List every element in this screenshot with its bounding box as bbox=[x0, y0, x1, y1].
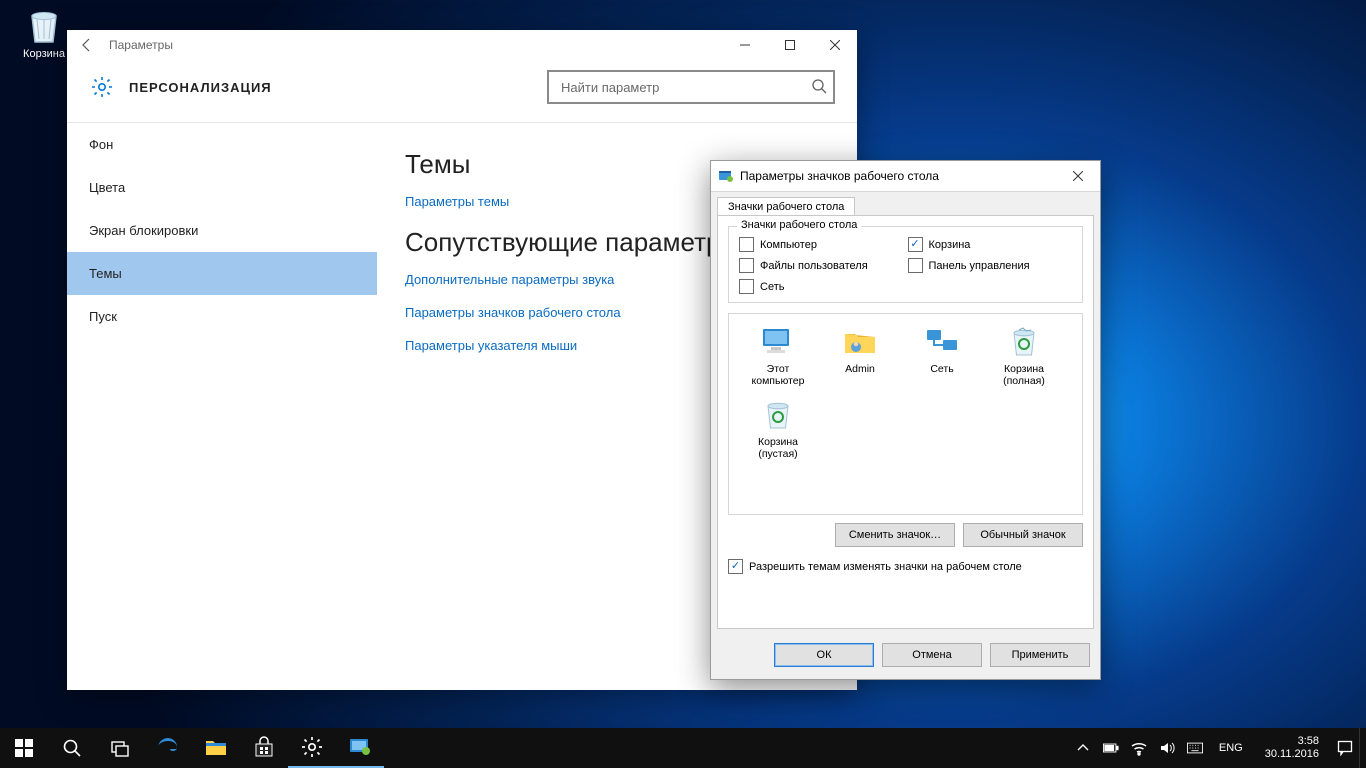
search-button[interactable] bbox=[48, 728, 96, 768]
dialog-body: Значки рабочего стола Компьютер Корзина … bbox=[717, 215, 1094, 629]
settings-header: ПЕРСОНАЛИЗАЦИЯ bbox=[67, 60, 857, 123]
computer-icon bbox=[737, 324, 819, 360]
user-folder-icon bbox=[819, 324, 901, 360]
search-box[interactable] bbox=[547, 70, 835, 104]
checkbox-control-panel[interactable]: Панель управления bbox=[908, 258, 1073, 273]
tray-wifi-icon[interactable] bbox=[1131, 740, 1147, 756]
desktop-recycle-bin[interactable]: Корзина bbox=[14, 6, 74, 60]
icon-recycle-full[interactable]: Корзина (полная) bbox=[983, 324, 1065, 387]
start-button[interactable] bbox=[0, 728, 48, 768]
tray-volume-icon[interactable] bbox=[1159, 740, 1175, 756]
window-title: Параметры bbox=[109, 38, 173, 52]
sidebar-item-start[interactable]: Пуск bbox=[67, 295, 377, 338]
change-icon-button[interactable]: Сменить значок… bbox=[835, 523, 955, 547]
sidebar-item-themes[interactable]: Темы bbox=[67, 252, 377, 295]
back-button[interactable] bbox=[73, 31, 101, 59]
checkbox-allow-themes[interactable]: Разрешить темам изменять значки на рабоч… bbox=[728, 559, 1083, 574]
tray-clock[interactable]: 3:58 30.11.2016 bbox=[1259, 735, 1325, 760]
tray-language[interactable]: ENG bbox=[1215, 742, 1247, 754]
show-desktop-button[interactable] bbox=[1359, 728, 1366, 768]
icon-network[interactable]: Сеть bbox=[901, 324, 983, 375]
settings-sidebar: Фон Цвета Экран блокировки Темы Пуск bbox=[67, 123, 377, 673]
dialog-actions: ОК Отмена Применить bbox=[711, 635, 1100, 679]
taskbar-settings[interactable] bbox=[288, 728, 336, 768]
taskbar-explorer[interactable] bbox=[192, 728, 240, 768]
taskbar-store[interactable] bbox=[240, 728, 288, 768]
sidebar-item-background[interactable]: Фон bbox=[67, 123, 377, 166]
tab-desktop-icons[interactable]: Значки рабочего стола bbox=[717, 197, 855, 216]
taskbar-desktop-icons-dialog[interactable] bbox=[336, 728, 384, 768]
dialog-close-button[interactable] bbox=[1056, 161, 1100, 191]
apply-button[interactable]: Применить bbox=[990, 643, 1090, 667]
ok-button[interactable]: ОК bbox=[774, 643, 874, 667]
dialog-icon bbox=[718, 168, 734, 184]
checkbox-computer[interactable]: Компьютер bbox=[739, 237, 904, 252]
tray-action-center-icon[interactable] bbox=[1337, 740, 1353, 756]
recycle-empty-icon bbox=[737, 397, 819, 433]
cancel-button[interactable]: Отмена bbox=[882, 643, 982, 667]
dialog-tabs: Значки рабочего стола bbox=[711, 192, 1100, 215]
tray-keyboard-icon[interactable] bbox=[1187, 740, 1203, 756]
group-desktop-icons: Значки рабочего стола Компьютер Корзина … bbox=[728, 226, 1083, 303]
search-input[interactable] bbox=[559, 79, 811, 96]
recycle-full-icon bbox=[983, 324, 1065, 360]
maximize-button[interactable] bbox=[767, 30, 812, 60]
icon-preview-box: Этот компьютер Admin Сеть Корзина (полна… bbox=[728, 313, 1083, 515]
minimize-button[interactable] bbox=[722, 30, 767, 60]
tray-chevron-up-icon[interactable] bbox=[1075, 740, 1091, 756]
restore-default-button[interactable]: Обычный значок bbox=[963, 523, 1083, 547]
sidebar-item-lockscreen[interactable]: Экран блокировки bbox=[67, 209, 377, 252]
icon-this-computer[interactable]: Этот компьютер bbox=[737, 324, 819, 387]
dialog-titlebar[interactable]: Параметры значков рабочего стола bbox=[711, 161, 1100, 192]
gear-icon bbox=[89, 74, 115, 100]
close-button[interactable] bbox=[812, 30, 857, 60]
dialog-title: Параметры значков рабочего стола bbox=[740, 169, 939, 183]
checkbox-network[interactable]: Сеть bbox=[739, 279, 904, 294]
task-view-button[interactable] bbox=[96, 728, 144, 768]
tray-date: 30.11.2016 bbox=[1265, 748, 1319, 761]
taskbar: ENG 3:58 30.11.2016 bbox=[0, 728, 1366, 768]
tray-time: 3:58 bbox=[1265, 735, 1319, 748]
sidebar-item-colors[interactable]: Цвета bbox=[67, 166, 377, 209]
desktop-icon-settings-dialog: Параметры значков рабочего стола Значки … bbox=[710, 160, 1101, 680]
icon-admin[interactable]: Admin bbox=[819, 324, 901, 375]
group-legend: Значки рабочего стола bbox=[737, 219, 861, 231]
header-title: ПЕРСОНАЛИЗАЦИЯ bbox=[129, 80, 272, 95]
recycle-bin-icon bbox=[24, 6, 64, 46]
desktop-recycle-bin-label: Корзина bbox=[14, 48, 74, 60]
taskbar-edge[interactable] bbox=[144, 728, 192, 768]
icon-recycle-empty[interactable]: Корзина (пустая) bbox=[737, 397, 819, 460]
tray-battery-icon[interactable] bbox=[1103, 740, 1119, 756]
checkbox-user-files[interactable]: Файлы пользователя bbox=[739, 258, 904, 273]
system-tray: ENG 3:58 30.11.2016 bbox=[1075, 728, 1359, 768]
search-icon bbox=[811, 78, 827, 97]
network-icon bbox=[901, 324, 983, 360]
titlebar[interactable]: Параметры bbox=[67, 30, 857, 60]
checkbox-recycle-bin[interactable]: Корзина bbox=[908, 237, 1073, 252]
